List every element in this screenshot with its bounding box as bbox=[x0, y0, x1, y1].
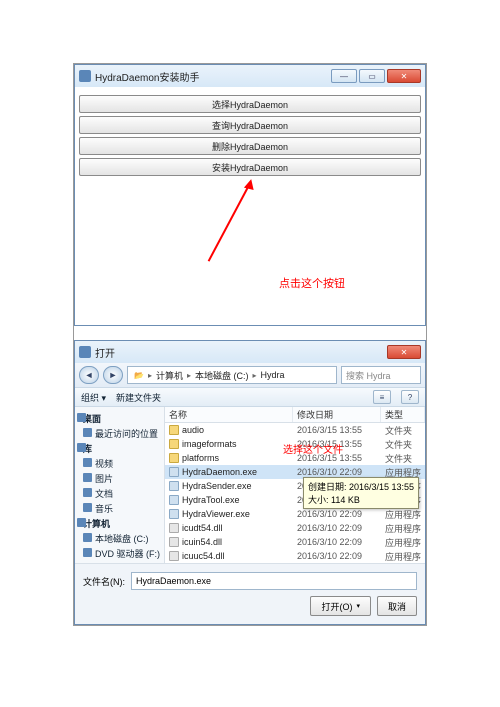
sidebar-item[interactable]: 桌面 bbox=[75, 411, 164, 426]
search-input[interactable]: 搜索 Hydra bbox=[341, 366, 421, 384]
file-row[interactable]: icudt54.dll2016/3/10 22:09应用程序 bbox=[165, 521, 425, 535]
dialog-footer: 文件名(N): HydraDaemon.exe 打开(O) 取消 bbox=[75, 563, 425, 624]
folder-icon bbox=[169, 439, 179, 449]
folder-icon bbox=[77, 413, 86, 422]
install-daemon-button[interactable]: 安装HydraDaemon bbox=[79, 158, 421, 176]
file-row[interactable]: icuuc54.dll2016/3/10 22:09应用程序 bbox=[165, 549, 425, 563]
folder-icon bbox=[83, 473, 92, 482]
cancel-button[interactable]: 取消 bbox=[377, 596, 417, 616]
exe-icon bbox=[169, 481, 179, 491]
sidebar-item[interactable]: 视频 bbox=[75, 456, 164, 471]
annotation-text: 点击这个按钮 bbox=[279, 275, 345, 291]
file-row[interactable]: HydraViewer.exe2016/3/10 22:09应用程序 bbox=[165, 507, 425, 521]
help-button[interactable]: ? bbox=[401, 390, 419, 404]
query-daemon-button[interactable]: 查询HydraDaemon bbox=[79, 116, 421, 134]
toolbar: 组织 ▾ 新建文件夹 ≡ ? bbox=[75, 387, 425, 407]
maximize-button[interactable]: ▭ bbox=[359, 69, 385, 83]
folder-icon bbox=[77, 518, 86, 527]
close-button[interactable]: ✕ bbox=[387, 345, 421, 359]
column-headers[interactable]: 名称 修改日期 类型 bbox=[165, 407, 425, 423]
dll-icon bbox=[169, 537, 179, 547]
delete-daemon-button[interactable]: 删除HydraDaemon bbox=[79, 137, 421, 155]
folder-icon bbox=[83, 488, 92, 497]
dll-icon bbox=[169, 551, 179, 561]
sidebar-item[interactable]: 图片 bbox=[75, 471, 164, 486]
sidebar-item[interactable]: 最近访问的位置 bbox=[75, 426, 164, 441]
window-title: HydraDaemon安装助手 bbox=[95, 69, 199, 84]
filename-input[interactable]: HydraDaemon.exe bbox=[131, 572, 417, 590]
nav-row: ◄ ► 📂 ▸ 计算机 ▸ 本地磁盘 (C:) ▸ Hydra 搜索 Hydra bbox=[75, 363, 425, 387]
hydra-installer-window: HydraDaemon安装助手 — ▭ ✕ 选择HydraDaemon 查询Hy… bbox=[74, 64, 426, 326]
file-row[interactable]: audio2016/3/15 13:55文件夹 bbox=[165, 423, 425, 437]
folder-icon bbox=[83, 458, 92, 467]
window-title: 打开 bbox=[95, 345, 115, 360]
col-name[interactable]: 名称 bbox=[165, 407, 293, 422]
sidebar-item[interactable]: 本地磁盘 (C:) bbox=[75, 531, 164, 546]
sidebar-item[interactable]: 音乐 bbox=[75, 501, 164, 516]
sidebar-item[interactable]: DVD 驱动器 (F:) bbox=[75, 546, 164, 561]
dll-icon bbox=[169, 523, 179, 533]
sidebar-item[interactable]: 计算机 bbox=[75, 516, 164, 531]
app-icon bbox=[79, 70, 91, 82]
file-open-dialog: 打开 ✕ ◄ ► 📂 ▸ 计算机 ▸ 本地磁盘 (C:) ▸ Hydra 搜索 … bbox=[74, 340, 426, 625]
organize-menu[interactable]: 组织 ▾ bbox=[81, 391, 106, 404]
crumb-drive[interactable]: 本地磁盘 (C:) bbox=[193, 369, 251, 382]
titlebar[interactable]: HydraDaemon安装助手 — ▭ ✕ bbox=[75, 65, 425, 87]
titlebar[interactable]: 打开 ✕ bbox=[75, 341, 425, 363]
annotation-text: 选择这个文件 bbox=[283, 441, 343, 456]
tooltip-line: 创建日期: 2016/3/15 13:55 bbox=[308, 480, 414, 493]
sidebar: 桌面最近访问的位置库视频图片文档音乐计算机本地磁盘 (C:)DVD 驱动器 (F… bbox=[75, 407, 165, 563]
crumb-computer[interactable]: 计算机 bbox=[154, 369, 185, 382]
back-button[interactable]: ◄ bbox=[79, 366, 99, 384]
tooltip: 创建日期: 2016/3/15 13:55 大小: 114 KB bbox=[303, 477, 419, 509]
folder-icon bbox=[77, 443, 86, 452]
forward-button[interactable]: ► bbox=[103, 366, 123, 384]
exe-icon bbox=[169, 495, 179, 505]
close-button[interactable]: ✕ bbox=[387, 69, 421, 83]
folder-icon bbox=[169, 453, 179, 463]
app-icon bbox=[79, 346, 91, 358]
sidebar-item[interactable]: 文档 bbox=[75, 486, 164, 501]
folder-icon bbox=[83, 548, 92, 557]
folder-icon bbox=[83, 533, 92, 542]
filename-label: 文件名(N): bbox=[83, 575, 125, 588]
sidebar-item[interactable]: 库 bbox=[75, 441, 164, 456]
tooltip-line: 大小: 114 KB bbox=[308, 493, 414, 506]
col-type[interactable]: 类型 bbox=[381, 407, 425, 422]
view-button[interactable]: ≡ bbox=[373, 390, 391, 404]
select-daemon-button[interactable]: 选择HydraDaemon bbox=[79, 95, 421, 113]
open-button[interactable]: 打开(O) bbox=[310, 596, 371, 616]
address-bar[interactable]: 📂 ▸ 计算机 ▸ 本地磁盘 (C:) ▸ Hydra bbox=[127, 366, 337, 384]
exe-icon bbox=[169, 467, 179, 477]
folder-icon bbox=[83, 503, 92, 512]
window-body: 选择HydraDaemon 查询HydraDaemon 删除HydraDaemo… bbox=[75, 87, 425, 325]
exe-icon bbox=[169, 509, 179, 519]
folder-icon bbox=[83, 428, 92, 437]
file-row[interactable]: icuin54.dll2016/3/10 22:09应用程序 bbox=[165, 535, 425, 549]
new-folder-button[interactable]: 新建文件夹 bbox=[116, 391, 161, 404]
minimize-button[interactable]: — bbox=[331, 69, 357, 83]
folder-icon bbox=[169, 425, 179, 435]
col-date[interactable]: 修改日期 bbox=[293, 407, 381, 422]
annotation-arrow: 点击这个按钮 bbox=[79, 179, 421, 299]
crumb-folder[interactable]: Hydra bbox=[259, 370, 287, 380]
